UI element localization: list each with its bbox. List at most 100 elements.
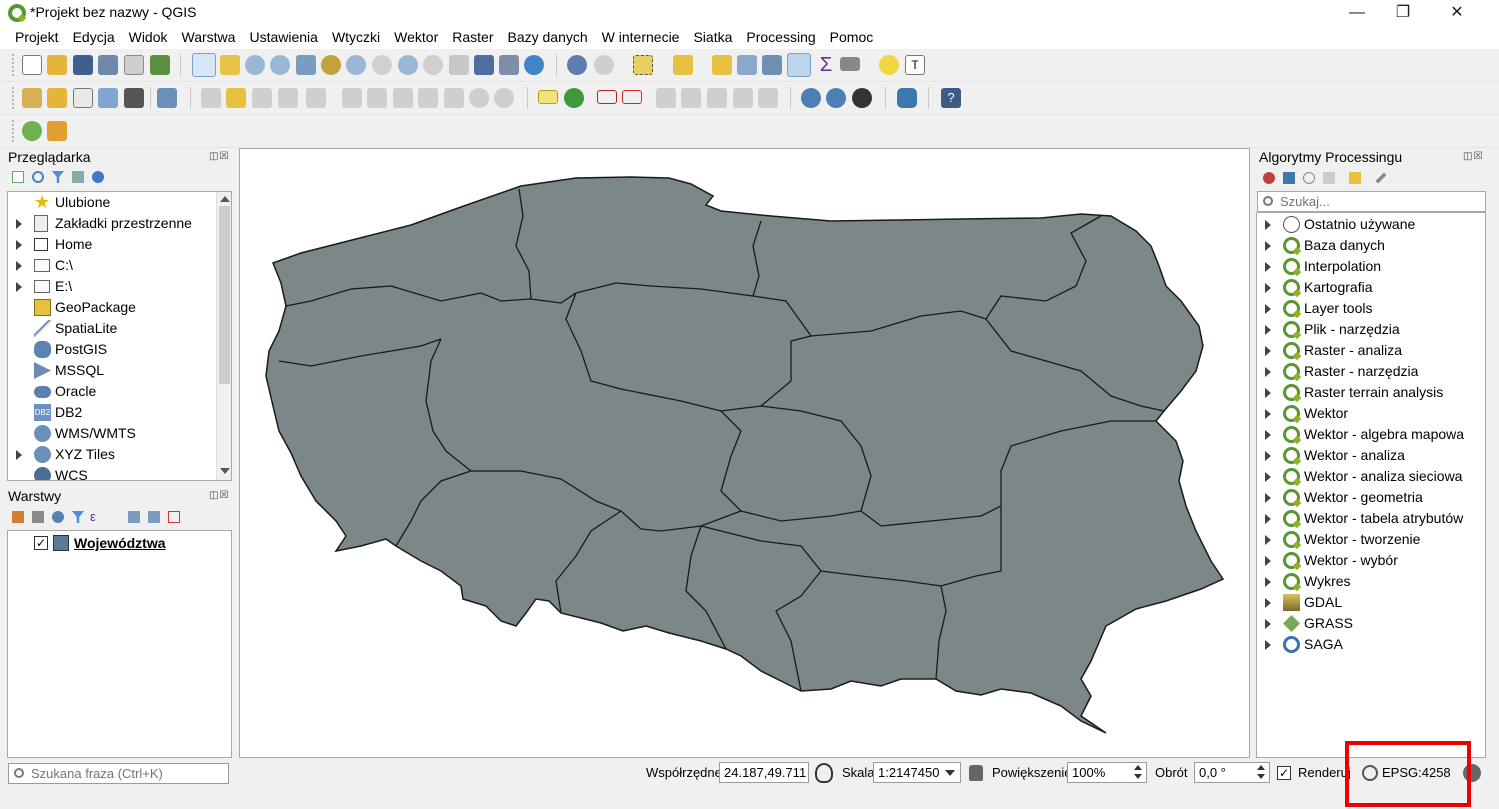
pan-to-selection-icon[interactable] <box>220 55 240 75</box>
close-button[interactable]: ✕ <box>1434 0 1480 26</box>
menu-w-internecie[interactable]: W internecie <box>595 26 687 49</box>
add-mesh-layer-icon[interactable] <box>124 88 144 108</box>
plugin-tool-icon[interactable] <box>47 121 67 141</box>
chevron-down-icon[interactable] <box>945 770 955 776</box>
spin-up-icon[interactable] <box>1257 765 1265 770</box>
menu-pomoc[interactable]: Pomoc <box>823 26 881 49</box>
expand-arrow-icon[interactable] <box>1265 556 1271 566</box>
move-label-icon[interactable] <box>681 88 701 108</box>
add-feature-icon[interactable] <box>278 88 298 108</box>
pan-map-icon[interactable] <box>192 53 216 77</box>
menu-wektor[interactable]: Wektor <box>387 26 445 49</box>
zoom-next-icon[interactable] <box>423 55 443 75</box>
deselect-icon[interactable] <box>712 55 732 75</box>
processing-search-box[interactable] <box>1257 191 1486 212</box>
add-vector-layer-icon[interactable] <box>73 88 93 108</box>
rotation-spinbox[interactable]: 0,0 ° <box>1194 762 1270 783</box>
help-icon[interactable]: ? <box>941 88 961 108</box>
expand-arrow-icon[interactable] <box>16 282 22 292</box>
expand-arrow-icon[interactable] <box>1265 598 1271 608</box>
mouse-extent-toggle-icon[interactable] <box>815 763 833 783</box>
zoom-last-icon[interactable] <box>398 55 418 75</box>
add-group-icon[interactable] <box>32 511 44 523</box>
expand-arrow-icon[interactable] <box>1265 619 1271 629</box>
open-project-icon[interactable] <box>47 55 67 75</box>
new-map-view-icon[interactable] <box>449 55 469 75</box>
pin-labels-icon[interactable] <box>622 90 642 104</box>
edit-features-in-place-icon[interactable] <box>1349 172 1361 184</box>
save-as-icon[interactable] <box>98 55 118 75</box>
python-console-icon[interactable] <box>897 88 917 108</box>
zoom-in-icon[interactable] <box>245 55 265 75</box>
add-raster-layer-icon[interactable] <box>98 88 118 108</box>
browser-scrollbar[interactable] <box>216 192 231 480</box>
expand-arrow-icon[interactable] <box>1265 514 1271 524</box>
paste-features-icon[interactable] <box>444 88 464 108</box>
new-geopackage-layer-icon[interactable] <box>47 88 67 108</box>
scroll-down-icon[interactable] <box>220 468 230 474</box>
expand-all-icon[interactable] <box>128 511 140 523</box>
processing-dock-buttons[interactable]: ◫☒ <box>1463 151 1483 162</box>
toggle-editing-icon[interactable] <box>226 88 246 108</box>
menu-bazy-danych[interactable]: Bazy danych <box>500 26 594 49</box>
coordinate-field[interactable]: 24.187,49.711 <box>719 762 809 783</box>
label-properties-icon[interactable] <box>758 88 778 108</box>
digitize-with-segment-icon[interactable] <box>157 88 177 108</box>
print-layout-icon[interactable] <box>124 55 144 75</box>
layers-dock-buttons[interactable]: ◫☒ <box>209 490 229 501</box>
change-label-icon[interactable] <box>733 88 753 108</box>
models-icon[interactable] <box>1263 172 1275 184</box>
measure-icon[interactable] <box>840 57 860 71</box>
menu-processing[interactable]: Processing <box>739 26 822 49</box>
expand-arrow-icon[interactable] <box>1265 640 1271 650</box>
results-viewer-icon[interactable] <box>1323 172 1335 184</box>
menu-projekt[interactable]: Projekt <box>8 26 66 49</box>
menu-ustawienia[interactable]: Ustawienia <box>242 26 324 49</box>
scripts-icon[interactable] <box>1283 172 1295 184</box>
highlight-pinned-labels-icon[interactable] <box>597 90 617 104</box>
map-tips-icon[interactable] <box>879 55 899 75</box>
redo-icon[interactable] <box>494 88 514 108</box>
spin-up-icon[interactable] <box>1134 765 1142 770</box>
expand-arrow-icon[interactable] <box>1265 493 1271 503</box>
collapse-all-icon[interactable] <box>72 171 84 183</box>
menu-siatka[interactable]: Siatka <box>686 26 739 49</box>
expand-arrow-icon[interactable] <box>1265 472 1271 482</box>
processing-toolbox-icon[interactable] <box>787 53 811 77</box>
expand-arrow-icon[interactable] <box>1265 262 1271 272</box>
show-bookmarks-icon[interactable] <box>499 55 519 75</box>
history-icon[interactable] <box>1303 172 1315 184</box>
zoom-to-selection-icon[interactable] <box>321 55 341 75</box>
toolbar-grip[interactable] <box>12 54 16 76</box>
text-annotation-icon[interactable]: T <box>905 55 925 75</box>
expand-arrow-icon[interactable] <box>1265 367 1271 377</box>
scale-combobox[interactable]: 1:2147450 <box>873 762 961 783</box>
data-source-manager-icon[interactable] <box>22 88 42 108</box>
select-features-icon[interactable] <box>633 55 653 75</box>
vertex-tool-icon[interactable] <box>306 88 326 108</box>
render-checkbox[interactable]: ✓ <box>1277 766 1291 780</box>
menu-widok[interactable]: Widok <box>122 26 175 49</box>
menu-raster[interactable]: Raster <box>445 26 500 49</box>
cut-features-icon[interactable] <box>393 88 413 108</box>
spin-down-icon[interactable] <box>1134 774 1142 779</box>
info-icon[interactable] <box>92 171 104 183</box>
add-selected-layers-icon[interactable] <box>12 171 24 183</box>
rotate-label-icon[interactable] <box>707 88 727 108</box>
expand-arrow-icon[interactable] <box>1265 346 1271 356</box>
delete-selected-icon[interactable] <box>367 88 387 108</box>
scroll-up-icon[interactable] <box>220 196 230 202</box>
map-canvas[interactable] <box>239 148 1250 758</box>
expand-arrow-icon[interactable] <box>1265 220 1271 230</box>
expand-arrow-icon[interactable] <box>1265 283 1271 293</box>
locator-search-box[interactable] <box>8 763 229 784</box>
select-by-value-icon[interactable] <box>673 55 693 75</box>
add-wcs-layer-icon[interactable] <box>852 88 872 108</box>
identify-features-icon[interactable] <box>567 55 587 75</box>
menu-edycja[interactable]: Edycja <box>66 26 122 49</box>
options-wrench-icon[interactable] <box>1375 172 1387 184</box>
expand-arrow-icon[interactable] <box>1265 304 1271 314</box>
undo-icon[interactable] <box>469 88 489 108</box>
expand-arrow-icon[interactable] <box>1265 430 1271 440</box>
attribute-table-icon[interactable] <box>737 55 757 75</box>
